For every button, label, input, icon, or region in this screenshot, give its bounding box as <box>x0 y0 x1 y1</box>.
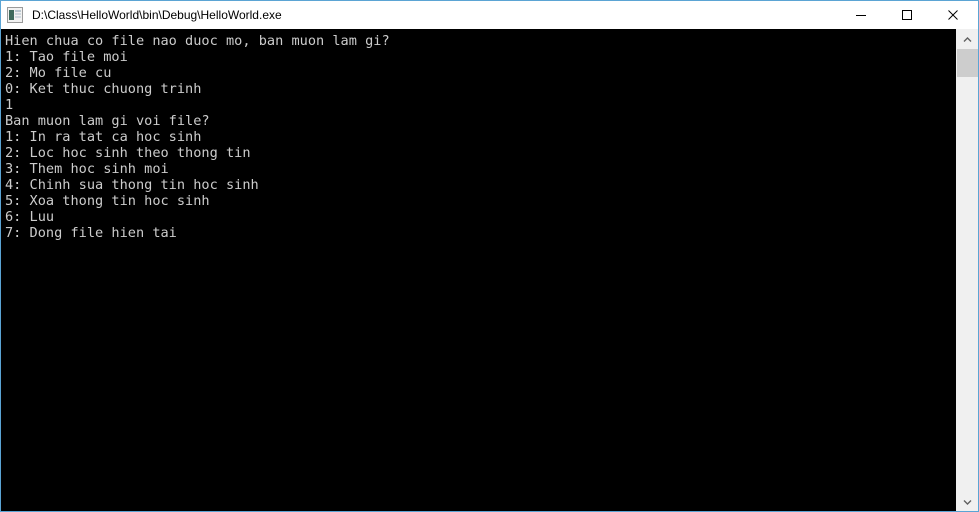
window-controls <box>838 1 976 29</box>
icon-line-3 <box>15 16 21 18</box>
console-line: 5: Xoa thong tin hoc sinh <box>5 193 210 209</box>
console-line: 0: Ket thuc chuong trinh <box>5 81 202 97</box>
console-line: 7: Dong file hien tai <box>5 225 177 241</box>
console-line: 2: Mo file cu <box>5 65 112 81</box>
console-line: 2: Loc hoc sinh theo thong tin <box>5 145 251 161</box>
console-line: 3: Them hoc sinh moi <box>5 161 169 177</box>
icon-line-2 <box>15 13 21 15</box>
console-line: Hien chua co file nao duoc mo, ban muon … <box>5 33 390 49</box>
console-line: 6: Luu <box>5 209 55 225</box>
console-body: Hien chua co file nao duoc mo, ban muon … <box>1 29 978 511</box>
maximize-icon <box>901 9 913 21</box>
console-line: 4: Chinh sua thong tin hoc sinh <box>5 177 259 193</box>
title-bar[interactable]: D:\Class\HelloWorld\bin\Debug\HelloWorld… <box>1 1 978 29</box>
icon-line-1 <box>15 10 21 12</box>
close-icon <box>947 9 959 21</box>
scrollbar-thumb[interactable] <box>957 49 978 77</box>
scroll-down-button[interactable] <box>957 491 978 511</box>
vertical-scrollbar[interactable] <box>956 29 978 511</box>
console-window: D:\Class\HelloWorld\bin\Debug\HelloWorld… <box>0 0 979 512</box>
scrollbar-track[interactable] <box>957 49 978 491</box>
console-line: Ban muon lam gi voi file? <box>5 113 210 129</box>
scroll-up-button[interactable] <box>957 29 978 49</box>
window-title: D:\Class\HelloWorld\bin\Debug\HelloWorld… <box>32 8 282 22</box>
minimize-icon <box>855 9 867 21</box>
icon-dark-block <box>9 10 14 20</box>
console-line: 1: Tao file moi <box>5 49 128 65</box>
console-app-icon <box>7 7 23 23</box>
chevron-down-icon <box>963 492 972 510</box>
chevron-up-icon <box>963 30 972 48</box>
console-line: 1: In ra tat ca hoc sinh <box>5 129 202 145</box>
minimize-button[interactable] <box>838 1 884 29</box>
console-output[interactable]: Hien chua co file nao duoc mo, ban muon … <box>1 29 956 511</box>
console-line: 1 <box>5 97 14 113</box>
maximize-button[interactable] <box>884 1 930 29</box>
close-button[interactable] <box>930 1 976 29</box>
